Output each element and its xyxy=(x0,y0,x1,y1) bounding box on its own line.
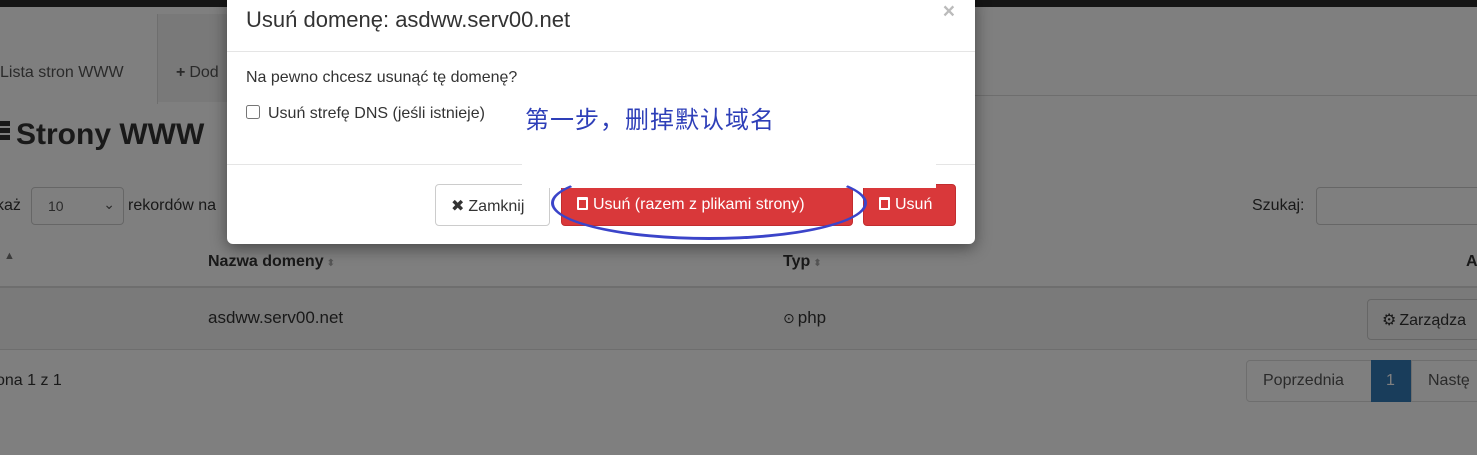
modal-title: Usuń domenę: asdww.serv00.net xyxy=(246,7,571,32)
dns-zone-option[interactable]: Usuń strefę DNS (jeśli istnieje) xyxy=(246,105,485,123)
delete-with-files-label: Usuń (razem z plikami strony) xyxy=(593,196,805,213)
close-button[interactable]: ✖ Zamknij xyxy=(435,184,550,226)
delete-button-label: Usuń xyxy=(895,196,933,213)
delete-with-files-button[interactable]: Usuń (razem z plikami strony) xyxy=(561,184,853,226)
handwritten-annotation: 第一步，删掉默认域名 xyxy=(525,106,775,134)
modal-body: Na pewno chcesz usunąć tę domenę? Usuń s… xyxy=(227,52,975,164)
trash-icon xyxy=(577,197,588,210)
dns-zone-label: Usuń strefę DNS (jeśli istnieje) xyxy=(268,105,485,122)
close-icon: ✖ xyxy=(451,198,465,215)
annotation-whiteout xyxy=(522,154,936,188)
delete-button[interactable]: Usuń xyxy=(863,184,956,226)
confirm-question: Na pewno chcesz usunąć tę domenę? xyxy=(246,69,518,86)
delete-domain-modal: Usuń domenę: asdww.serv00.net × Na pewno… xyxy=(227,0,975,244)
close-button-label: Zamknij xyxy=(468,198,525,215)
close-icon[interactable]: × xyxy=(943,0,955,24)
modal-header: Usuń domenę: asdww.serv00.net × xyxy=(227,0,975,52)
dns-zone-checkbox[interactable] xyxy=(246,105,260,119)
trash-icon xyxy=(879,197,890,210)
